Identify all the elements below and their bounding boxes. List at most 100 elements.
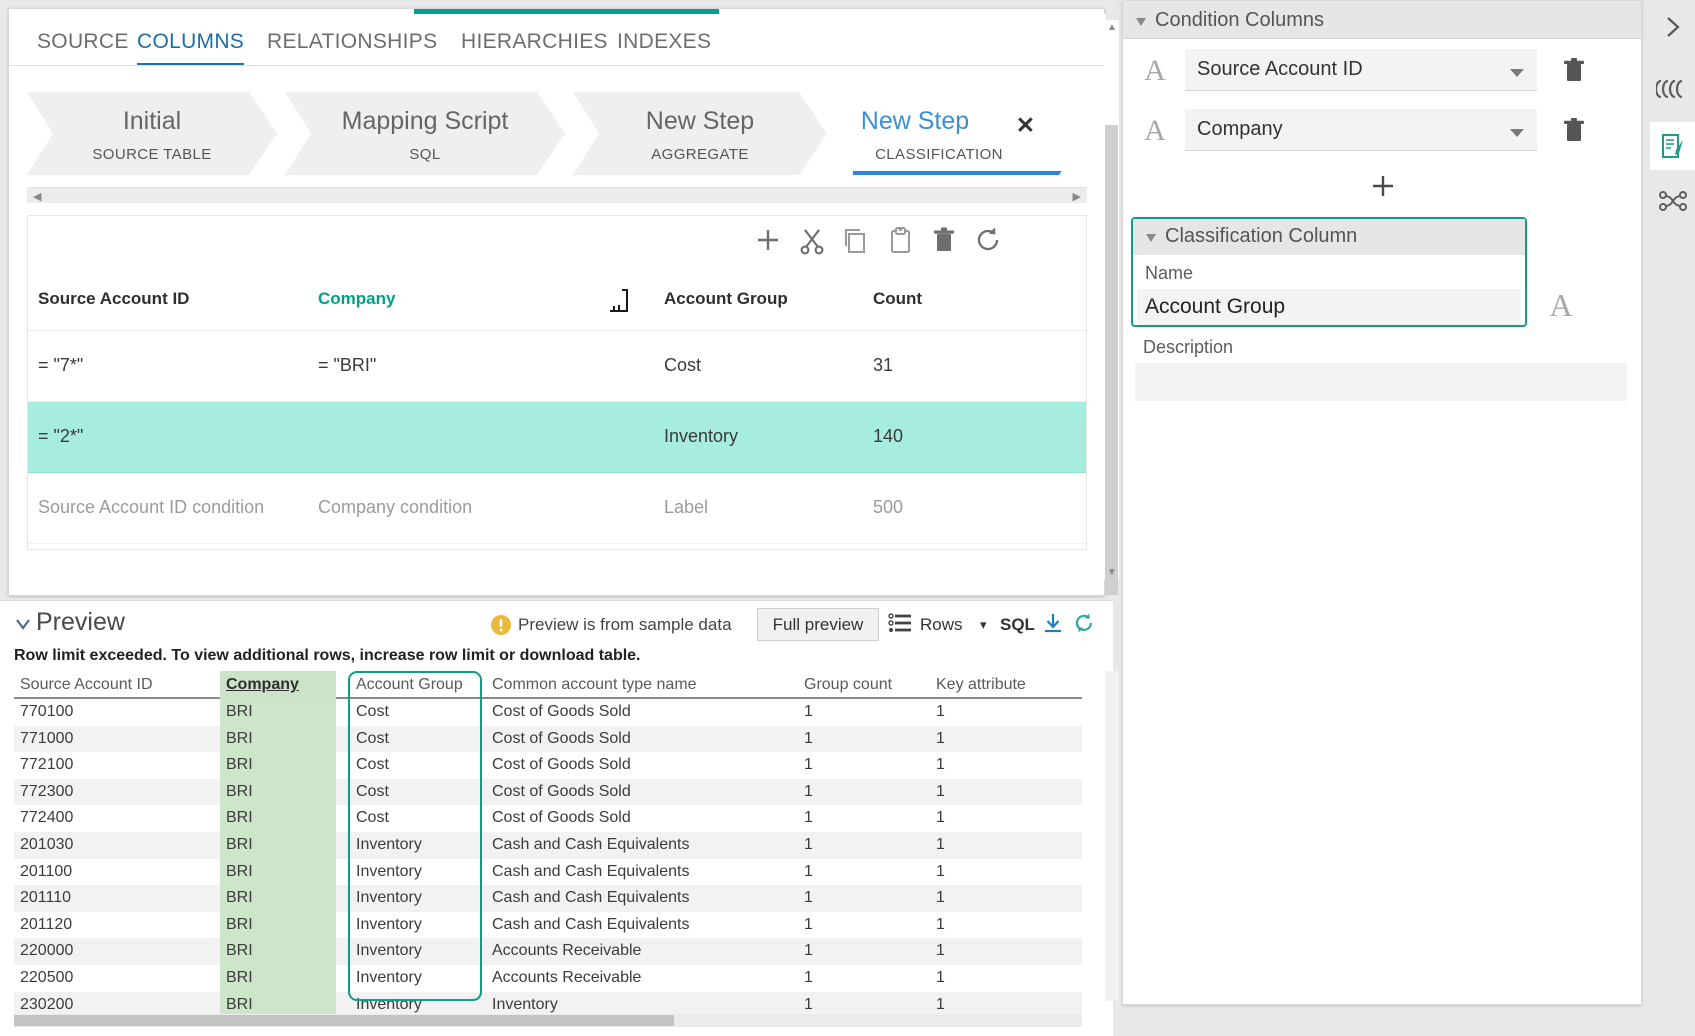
cell-company[interactable]: BRI: [226, 969, 253, 987]
classification-name-input[interactable]: Account Group: [1137, 289, 1521, 325]
cell-source-account-id[interactable]: 201030: [20, 836, 73, 854]
refresh-icon[interactable]: [1073, 612, 1095, 638]
step-classification-current[interactable]: New Step CLASSIFICATION ✕: [835, 92, 1087, 175]
full-preview-button[interactable]: Full preview: [757, 608, 879, 641]
cell-source-account-id-placeholder[interactable]: Source Account ID condition: [38, 497, 264, 518]
cell-source-account-id[interactable]: 201100: [20, 863, 72, 881]
cell-company[interactable]: BRI: [226, 996, 253, 1014]
cell-group-count[interactable]: 1: [804, 836, 813, 854]
preview-col-key-attribute[interactable]: Key attribute: [936, 676, 1026, 694]
expand-panel-icon[interactable]: [1650, 14, 1695, 44]
cell-group-count[interactable]: 1: [804, 996, 813, 1014]
cell-key-attribute[interactable]: 1: [936, 969, 945, 987]
cell-account-group[interactable]: Cost: [356, 730, 389, 748]
table-row[interactable]: 201110BRIInventoryCash and Cash Equivale…: [14, 885, 1082, 912]
scrollbar-thumb[interactable]: [1105, 125, 1118, 595]
cell-key-attribute[interactable]: 1: [936, 916, 945, 934]
cell-source-account-id[interactable]: = "2*": [38, 426, 83, 447]
chevron-down-icon[interactable]: [1509, 125, 1525, 142]
cell-company[interactable]: BRI: [226, 783, 253, 801]
preview-col-account-group[interactable]: Account Group: [356, 676, 463, 694]
cell-count[interactable]: 140: [873, 426, 903, 447]
cell-source-account-id[interactable]: 771000: [20, 730, 73, 748]
cell-group-count[interactable]: 1: [804, 942, 813, 960]
cell-count-placeholder[interactable]: 500: [873, 497, 903, 518]
cell-company[interactable]: BRI: [226, 889, 253, 907]
cell-source-account-id[interactable]: 201120: [20, 916, 72, 934]
cell-common-account-type-name[interactable]: Accounts Receivable: [492, 942, 641, 960]
cell-common-account-type-name[interactable]: Inventory: [492, 996, 558, 1014]
cell-account-group[interactable]: Inventory: [356, 836, 422, 854]
cell-company[interactable]: BRI: [226, 942, 253, 960]
cell-common-account-type-name[interactable]: Accounts Receivable: [492, 969, 641, 987]
cell-account-group[interactable]: Cost: [356, 809, 389, 827]
preview-col-common-account-type[interactable]: Common account type name: [492, 676, 697, 694]
cell-source-account-id[interactable]: 770100: [20, 703, 73, 721]
preview-col-source-account-id[interactable]: Source Account ID: [20, 676, 153, 694]
cell-group-count[interactable]: 1: [804, 783, 813, 801]
cell-account-group[interactable]: Inventory: [356, 996, 422, 1014]
cell-key-attribute[interactable]: 1: [936, 756, 945, 774]
tab-hierarchies[interactable]: HIERARCHIES: [461, 30, 608, 63]
refresh-icon[interactable]: [972, 224, 1004, 260]
chevron-down-icon[interactable]: ▾: [980, 617, 987, 633]
cell-account-group[interactable]: Inventory: [356, 942, 422, 960]
preview-col-group-count[interactable]: Group count: [804, 676, 892, 694]
cell-common-account-type-name[interactable]: Cost of Goods Sold: [492, 783, 631, 801]
step-aggregate[interactable]: New Step AGGREGATE: [573, 92, 827, 175]
close-step-icon[interactable]: ✕: [1016, 114, 1035, 137]
cell-common-account-type-name[interactable]: Cash and Cash Equivalents: [492, 916, 689, 934]
cell-company-placeholder[interactable]: Company condition: [318, 497, 472, 518]
preview-vertical-scrollbar[interactable]: [1105, 671, 1119, 1001]
condition-columns-section-header[interactable]: Condition Columns: [1123, 1, 1641, 39]
table-row[interactable]: = "7*" = "BRI" Cost 31: [28, 331, 1086, 402]
cut-icon[interactable]: [796, 224, 828, 260]
cell-count[interactable]: 31: [873, 355, 893, 376]
cell-source-account-id[interactable]: 220000: [20, 942, 73, 960]
cell-account-group[interactable]: Inventory: [356, 863, 422, 881]
cell-source-account-id[interactable]: 772300: [20, 783, 73, 801]
table-row-placeholder[interactable]: Source Account ID condition Company cond…: [28, 473, 1086, 544]
cell-source-account-id[interactable]: 772100: [20, 756, 73, 774]
cell-account-group[interactable]: Inventory: [356, 916, 422, 934]
table-row[interactable]: 771000BRICostCost of Goods Sold11: [14, 726, 1082, 753]
cell-company[interactable]: BRI: [226, 703, 253, 721]
table-row[interactable]: 201100BRIInventoryCash and Cash Equivale…: [14, 859, 1082, 886]
rows-list-icon[interactable]: [888, 612, 912, 640]
cell-key-attribute[interactable]: 1: [936, 730, 945, 748]
table-row[interactable]: 772300BRICostCost of Goods Sold11: [14, 779, 1082, 806]
cell-group-count[interactable]: 1: [804, 889, 813, 907]
table-row[interactable]: 220000BRIInventoryAccounts Receivable11: [14, 938, 1082, 965]
triangle-collapse-icon[interactable]: [1145, 231, 1159, 248]
step-flow-scrollbar[interactable]: ◀ ▶: [27, 187, 1087, 203]
sql-button[interactable]: SQL: [1000, 615, 1035, 635]
relationships-icon[interactable]: [1650, 188, 1695, 218]
chevron-down-icon[interactable]: [14, 615, 32, 637]
cell-account-group[interactable]: Cost: [356, 756, 389, 774]
cell-company[interactable]: BRI: [226, 756, 253, 774]
split-merge-icon[interactable]: [606, 285, 636, 319]
cell-key-attribute[interactable]: 1: [936, 889, 945, 907]
delete-icon[interactable]: [928, 224, 960, 260]
cell-account-group-placeholder[interactable]: Label: [664, 497, 708, 518]
preview-horizontal-scrollbar[interactable]: [14, 1014, 1082, 1027]
cell-company[interactable]: BRI: [226, 836, 253, 854]
preview-col-company[interactable]: Company: [226, 676, 299, 694]
cell-account-group[interactable]: Cost: [356, 783, 389, 801]
paste-icon[interactable]: [884, 224, 916, 260]
cell-group-count[interactable]: 1: [804, 916, 813, 934]
edit-script-icon[interactable]: [1650, 122, 1695, 170]
tab-source[interactable]: SOURCE: [37, 30, 129, 63]
classification-column-section-header[interactable]: Classification Column: [1133, 219, 1525, 255]
scroll-down-icon[interactable]: ▼: [1107, 567, 1117, 578]
cell-account-group[interactable]: Inventory: [356, 889, 422, 907]
cell-key-attribute[interactable]: 1: [936, 703, 945, 721]
classification-description-input[interactable]: [1135, 363, 1627, 401]
cell-common-account-type-name[interactable]: Cash and Cash Equivalents: [492, 836, 689, 854]
cell-common-account-type-name[interactable]: Cost of Goods Sold: [492, 703, 631, 721]
table-row[interactable]: = "2*" Inventory 140: [28, 402, 1086, 473]
condition-column-dropdown-2[interactable]: Company: [1185, 109, 1537, 151]
columns-stack-icon[interactable]: [1650, 76, 1695, 106]
cell-source-account-id[interactable]: 220500: [20, 969, 73, 987]
step-initial[interactable]: Initial SOURCE TABLE: [27, 92, 277, 175]
